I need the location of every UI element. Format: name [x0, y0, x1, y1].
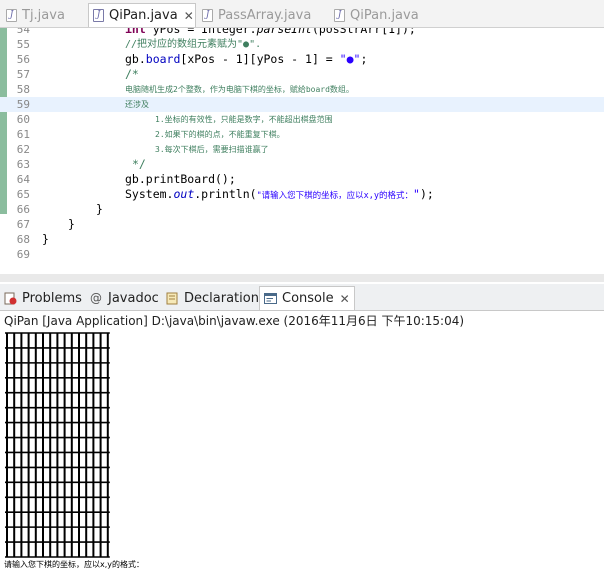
console-output[interactable]: 请输入您下棋的坐标，应以x,y的格式： [0, 329, 604, 581]
code-text: 3.每次下棋后，需要扫描谁赢了 [155, 145, 269, 154]
code-text: //把对应的数组元素赋为"●". [125, 39, 262, 50]
editor-tab-qipan[interactable]: J QiPan.java [334, 4, 419, 26]
java-file-icon: J [6, 8, 17, 22]
close-icon[interactable]: ✕ [184, 9, 194, 23]
problems-icon [4, 292, 17, 305]
java-file-icon: J [334, 8, 345, 22]
code-editor[interactable]: 54 int yPos = Integer.parseInt(posStrArr… [0, 28, 604, 260]
code-line[interactable]: 64 gb.printBoard(); [0, 172, 604, 187]
code-line[interactable]: 60 1.坐标的有效性，只能是数字，不能超出棋盘范围 [0, 112, 604, 127]
close-icon[interactable]: ✕ [340, 292, 350, 306]
java-file-icon: J [202, 8, 213, 22]
at-sign-icon: @ [90, 290, 102, 305]
java-file-icon: J [93, 9, 104, 22]
code-line[interactable]: 68 } [0, 232, 604, 247]
line-number: 68 [16, 233, 30, 246]
tab-label: Console [282, 291, 334, 306]
tab-declaration[interactable]: Declaration [166, 287, 259, 309]
code-line-current[interactable]: 59 还涉及 [0, 97, 604, 112]
panel-divider[interactable] [0, 274, 604, 282]
console-title: QiPan [Java Application] D:\java\bin\jav… [4, 314, 465, 328]
editor-tab-label: QiPan.java [350, 7, 419, 23]
line-number: 69 [16, 248, 30, 260]
code-line[interactable]: 55 //把对应的数组元素赋为"●". [0, 37, 604, 52]
code-line[interactable]: 58 电脑随机生成2个整数，作为电脑下棋的坐标，赋给board数组。 [0, 82, 604, 97]
line-number: 61 [16, 128, 30, 141]
line-number: 55 [16, 38, 30, 51]
editor-tab-qipan-active[interactable]: J QiPan.java ✕ [88, 3, 196, 27]
line-number: 56 [16, 53, 30, 66]
line-number: 60 [16, 113, 30, 126]
tab-console[interactable]: Console ✕ [259, 286, 355, 310]
line-number: 54 [16, 28, 30, 36]
console-icon [264, 292, 277, 305]
code-text: int yPos = Integer.parseInt(posStrArr[1]… [125, 28, 416, 36]
tab-problems[interactable]: Problems [4, 287, 82, 309]
line-number: 57 [16, 68, 30, 81]
code-line[interactable]: 54 int yPos = Integer.parseInt(posStrArr… [0, 28, 604, 37]
tab-label: Javadoc [108, 290, 159, 306]
tab-label: Declaration [184, 290, 259, 306]
line-number: 63 [16, 158, 30, 171]
declaration-icon [166, 292, 179, 305]
tab-label: Problems [22, 290, 82, 306]
code-text: */ [132, 157, 146, 171]
code-text: 还涉及 [125, 100, 149, 109]
code-line[interactable]: 63 */ [0, 157, 604, 172]
editor-tab-label: Tj.java [22, 7, 65, 23]
line-number: 65 [16, 188, 30, 201]
code-line[interactable]: 67 } [0, 217, 604, 232]
code-text: gb.board[xPos - 1][yPos - 1] = "●"; [125, 52, 368, 66]
view-tab-bar: Problems @ Javadoc Declaration Console ✕ [0, 284, 604, 311]
editor-tab-tj[interactable]: J Tj.java [6, 4, 65, 26]
code-line[interactable]: 57 /* [0, 67, 604, 82]
editor-tab-bar: J Tj.java J QiPan.java ✕ J PassArray.jav… [0, 0, 604, 28]
editor-tab-label: PassArray.java [218, 7, 312, 23]
editor-tab-label: QiPan.java [109, 8, 178, 23]
code-text: 2.如果下的棋的点，不能重复下棋。 [155, 130, 285, 139]
code-text: } [68, 217, 75, 231]
line-number: 66 [16, 203, 30, 216]
line-number: 59 [16, 98, 30, 111]
code-text: gb.printBoard(); [125, 172, 236, 186]
code-line[interactable]: 56 gb.board[xPos - 1][yPos - 1] = "●"; [0, 52, 604, 67]
code-line[interactable]: 62 3.每次下棋后，需要扫描谁赢了 [0, 142, 604, 157]
line-number: 67 [16, 218, 30, 231]
tab-javadoc[interactable]: @ Javadoc [90, 287, 159, 309]
code-line[interactable]: 69 [0, 247, 604, 260]
board-output [5, 332, 110, 558]
console-prompt-text: 请输入您下棋的坐标，应以x,y的格式： [4, 560, 145, 569]
code-text: } [42, 232, 49, 246]
code-text: /* [125, 67, 139, 81]
line-number: 64 [16, 173, 30, 186]
code-text: 电脑随机生成2个整数，作为电脑下棋的坐标，赋给board数组。 [125, 85, 354, 94]
line-number: 62 [16, 143, 30, 156]
code-line[interactable]: 66 } [0, 202, 604, 217]
code-line[interactable]: 65 System.out.println("请输入您下棋的坐标，应以x,y的格… [0, 187, 604, 202]
editor-tab-passarray[interactable]: J PassArray.java [202, 4, 311, 26]
code-line[interactable]: 61 2.如果下的棋的点，不能重复下棋。 [0, 127, 604, 142]
code-text: 1.坐标的有效性，只能是数字，不能超出棋盘范围 [155, 115, 333, 124]
line-number: 58 [16, 83, 30, 96]
code-text: } [96, 202, 103, 216]
